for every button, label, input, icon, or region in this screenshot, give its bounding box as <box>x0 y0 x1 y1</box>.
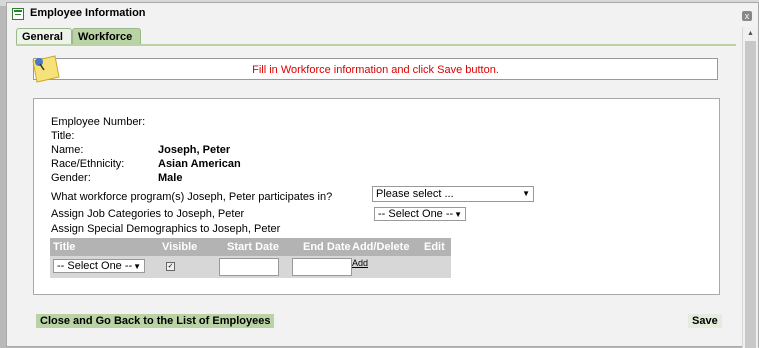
demographics-label: Assign Special Demographics to Joseph, P… <box>51 223 281 235</box>
name-label: Name: <box>51 144 84 156</box>
scroll-up-icon[interactable]: ▲ <box>743 27 758 41</box>
tab-workforce[interactable]: Workforce <box>72 28 141 44</box>
start-date-input[interactable] <box>219 258 279 276</box>
job-category-select[interactable]: -- Select One -- ▼ <box>374 207 466 221</box>
title-bar: Employee Information x <box>7 3 758 25</box>
job-categories-label: Assign Job Categories to Joseph, Peter <box>51 208 245 220</box>
employee-number-label: Employee Number: <box>51 116 146 128</box>
scroll-thumb[interactable] <box>745 41 756 348</box>
notice-text: Fill in Workforce information and click … <box>252 64 499 76</box>
chevron-down-icon: ▼ <box>454 210 462 219</box>
race-value: Asian American <box>158 158 241 170</box>
save-button[interactable]: Save <box>688 314 722 328</box>
gender-value: Male <box>158 172 183 184</box>
demographic-title-select[interactable]: -- Select One -- ▼ <box>53 259 145 273</box>
program-select-value: Please select ... <box>376 188 454 200</box>
chevron-down-icon: ▼ <box>522 189 530 198</box>
chevron-down-icon: ▼ <box>133 262 141 271</box>
close-icon[interactable]: x <box>742 11 752 21</box>
name-value: Joseph, Peter <box>158 144 231 156</box>
notice-box: Fill in Workforce information and click … <box>33 58 718 80</box>
program-select[interactable]: Please select ... ▼ <box>372 186 534 202</box>
add-link[interactable]: Add <box>352 258 368 268</box>
grid-header-row: Title Visible Start Date End Date Add/De… <box>50 238 451 256</box>
tab-general[interactable]: General <box>16 28 72 44</box>
column-header-title: Title <box>53 241 76 253</box>
sticky-note-icon <box>32 55 60 83</box>
program-question: What workforce program(s) Joseph, Peter … <box>51 191 333 203</box>
column-header-visible: Visible <box>162 241 198 253</box>
race-label: Race/Ethnicity: <box>51 158 125 170</box>
demographic-title-select-value: -- Select One -- <box>57 260 133 272</box>
vertical-scrollbar[interactable]: ▲ <box>742 27 758 348</box>
column-header-end-date: End Date <box>303 241 351 253</box>
demographics-grid: Title Visible Start Date End Date Add/De… <box>50 238 451 278</box>
tab-underline <box>16 44 736 46</box>
gender-label: Gender: <box>51 172 91 184</box>
window-title: Employee Information <box>30 7 146 19</box>
column-header-add-delete: Add/Delete <box>352 241 410 253</box>
column-header-start-date: Start Date <box>227 241 279 253</box>
title-label: Title: <box>51 130 75 142</box>
job-category-select-value: -- Select One -- <box>378 208 454 220</box>
end-date-input[interactable] <box>292 258 352 276</box>
window-icon <box>12 8 24 20</box>
visible-checkbox[interactable]: ✓ <box>166 262 175 271</box>
back-to-list-button[interactable]: Close and Go Back to the List of Employe… <box>36 314 275 328</box>
column-header-edit: Edit <box>424 241 445 253</box>
